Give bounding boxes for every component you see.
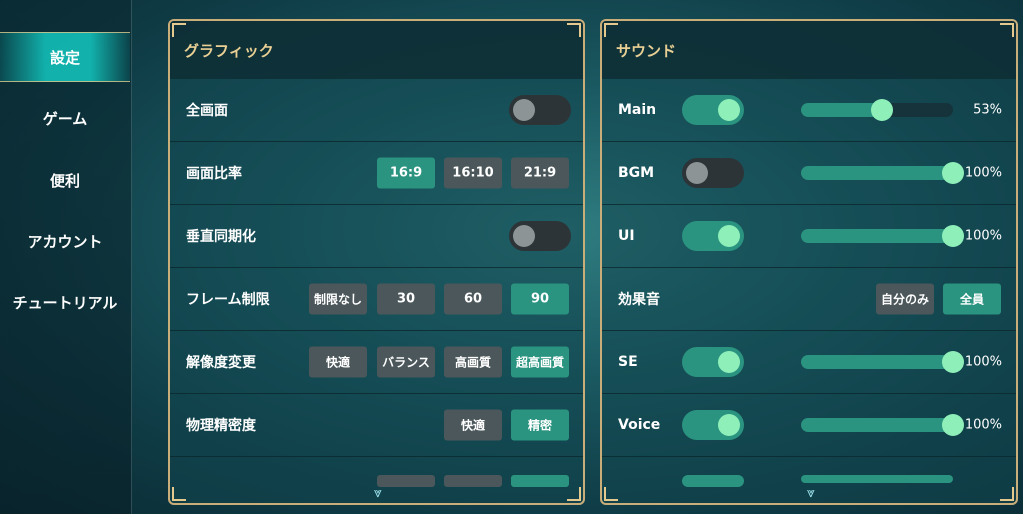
aspect-option-21-9[interactable]: 21:9 bbox=[511, 157, 569, 189]
vsync-label: 垂直同期化 bbox=[186, 229, 256, 245]
setting-row-vsync: 垂直同期化 bbox=[170, 205, 583, 268]
resolution-option-comfort[interactable]: 快適 bbox=[309, 346, 367, 378]
se-volume-label: SE bbox=[618, 354, 638, 370]
setting-row-aspect-ratio: 画面比率 16:9 16:10 21:9 bbox=[170, 142, 583, 205]
toggle-knob bbox=[513, 99, 535, 121]
voice-volume-toggle[interactable] bbox=[682, 410, 744, 440]
toggle-knob bbox=[718, 351, 740, 373]
slider-thumb[interactable] bbox=[942, 351, 964, 373]
frame-limit-label: フレーム制限 bbox=[186, 292, 270, 308]
sound-panel-title: サウンド bbox=[602, 21, 1016, 79]
slider-thumb[interactable] bbox=[942, 225, 964, 247]
toggle-knob bbox=[718, 225, 740, 247]
resolution-option-balance[interactable]: バランス bbox=[377, 346, 435, 378]
slider-fill bbox=[801, 418, 953, 432]
sidebar-item-game[interactable]: ゲーム bbox=[0, 93, 130, 143]
ui-volume-toggle[interactable] bbox=[682, 221, 744, 251]
chevron-double-down-icon[interactable]: ⩔ bbox=[801, 485, 821, 501]
vsync-toggle[interactable] bbox=[509, 221, 571, 251]
main-volume-value: 53% bbox=[973, 102, 1002, 118]
toggle-knob bbox=[718, 414, 740, 436]
slider-fill bbox=[801, 103, 882, 117]
frame-option-unlimited[interactable]: 制限なし bbox=[309, 283, 367, 315]
partial-toggle[interactable] bbox=[682, 475, 744, 487]
sfx-option-self-only[interactable]: 自分のみ bbox=[876, 283, 934, 315]
corner-ornament bbox=[172, 23, 186, 37]
setting-row-fullscreen: 全画面 bbox=[170, 79, 583, 142]
sound-row-sfx-mode: 効果音 自分のみ 全員 bbox=[602, 268, 1016, 331]
slider-thumb[interactable] bbox=[942, 162, 964, 184]
sound-row-se: SE 100% bbox=[602, 331, 1016, 394]
slider-fill bbox=[801, 355, 953, 369]
resolution-label: 解像度変更 bbox=[186, 355, 256, 371]
resolution-option-ultra[interactable]: 超高画質 bbox=[511, 346, 569, 378]
main-volume-slider[interactable] bbox=[801, 99, 953, 121]
settings-sidebar: 設定 ゲーム 便利 アカウント チュートリアル bbox=[0, 0, 132, 514]
setting-row-physics: 物理精密度 快適 精密 bbox=[170, 394, 583, 457]
sidebar-item-account[interactable]: アカウント bbox=[0, 216, 130, 266]
fullscreen-toggle[interactable] bbox=[509, 95, 571, 125]
frame-option-30[interactable]: 30 bbox=[377, 283, 435, 315]
physics-option-precise[interactable]: 精密 bbox=[511, 409, 569, 441]
aspect-option-16-9[interactable]: 16:9 bbox=[377, 157, 435, 189]
sound-row-ui: UI 100% bbox=[602, 205, 1016, 268]
aspect-option-16-10[interactable]: 16:10 bbox=[444, 157, 502, 189]
voice-volume-slider[interactable] bbox=[801, 414, 964, 436]
se-volume-value: 100% bbox=[964, 354, 1002, 370]
sidebar-item-tutorial[interactable]: チュートリアル bbox=[0, 277, 130, 327]
ui-volume-slider[interactable] bbox=[801, 225, 964, 247]
toggle-knob bbox=[686, 162, 708, 184]
corner-ornament bbox=[567, 23, 581, 37]
resolution-option-high[interactable]: 高画質 bbox=[444, 346, 502, 378]
frame-option-90[interactable]: 90 bbox=[511, 283, 569, 315]
fullscreen-label: 全画面 bbox=[186, 103, 228, 119]
ui-volume-label: UI bbox=[618, 228, 635, 244]
chevron-double-down-icon[interactable]: ⩔ bbox=[368, 485, 388, 501]
sidebar-item-convenience[interactable]: 便利 bbox=[0, 155, 130, 205]
setting-row-frame-limit: フレーム制限 制限なし 30 60 90 bbox=[170, 268, 583, 331]
physics-option-comfort[interactable]: 快適 bbox=[444, 409, 502, 441]
partial-option[interactable] bbox=[444, 475, 502, 487]
slider-fill bbox=[801, 475, 953, 483]
sound-row-main: Main 53% bbox=[602, 79, 1016, 142]
voice-volume-label: Voice bbox=[618, 417, 661, 433]
sidebar-item-settings[interactable]: 設定 bbox=[0, 32, 130, 82]
slider-fill bbox=[801, 229, 953, 243]
sound-row-bgm: BGM 100% bbox=[602, 142, 1016, 205]
toggle-knob bbox=[513, 225, 535, 247]
setting-row-resolution: 解像度変更 快適 バランス 高画質 超高画質 bbox=[170, 331, 583, 394]
slider-thumb[interactable] bbox=[942, 414, 964, 436]
se-volume-slider[interactable] bbox=[801, 351, 964, 373]
bgm-volume-value: 100% bbox=[964, 165, 1002, 181]
corner-ornament bbox=[604, 23, 618, 37]
slider-thumb[interactable] bbox=[870, 99, 893, 121]
main-volume-toggle[interactable] bbox=[682, 95, 744, 125]
frame-option-60[interactable]: 60 bbox=[444, 283, 502, 315]
slider-fill bbox=[801, 166, 953, 180]
sfx-mode-label: 効果音 bbox=[618, 292, 660, 308]
sound-row-voice: Voice 100% bbox=[602, 394, 1016, 457]
bgm-volume-label: BGM bbox=[618, 165, 655, 181]
sfx-option-everyone[interactable]: 全員 bbox=[943, 283, 1001, 315]
bgm-volume-slider[interactable] bbox=[801, 162, 964, 184]
se-volume-toggle[interactable] bbox=[682, 347, 744, 377]
toggle-knob bbox=[718, 99, 740, 121]
ui-volume-value: 100% bbox=[964, 228, 1002, 244]
main-volume-label: Main bbox=[618, 102, 657, 118]
voice-volume-value: 100% bbox=[964, 417, 1002, 433]
physics-label: 物理精密度 bbox=[186, 418, 256, 434]
bgm-volume-toggle[interactable] bbox=[682, 158, 744, 188]
partial-slider[interactable] bbox=[801, 475, 953, 483]
sound-panel: サウンド Main 53% BGM 100% UI 100% 効果音 自分のみ … bbox=[600, 19, 1018, 505]
graphics-panel-title: グラフィック bbox=[170, 21, 583, 79]
aspect-ratio-label: 画面比率 bbox=[186, 166, 242, 182]
graphics-panel: グラフィック 全画面 画面比率 16:9 16:10 21:9 垂直同期化 フレ… bbox=[168, 19, 585, 505]
corner-ornament bbox=[1000, 23, 1014, 37]
partial-option[interactable] bbox=[511, 475, 569, 487]
